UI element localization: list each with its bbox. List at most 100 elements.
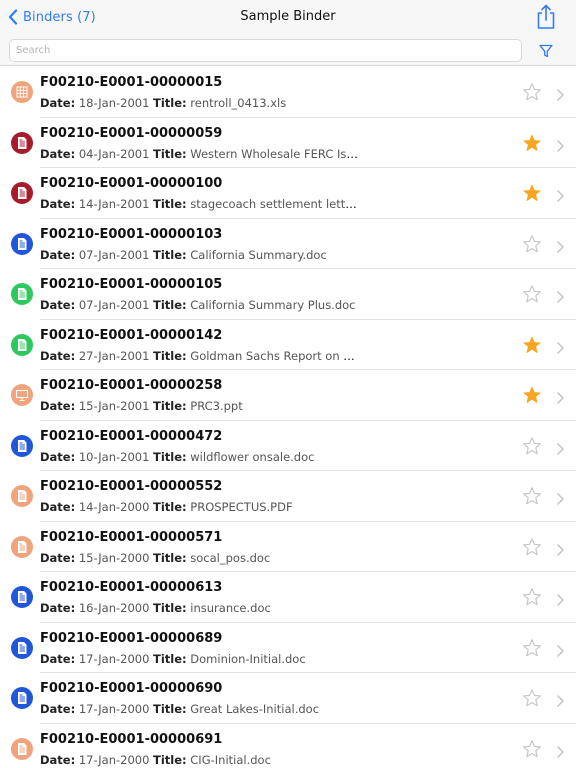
- date-label: Date:: [40, 752, 76, 767]
- favorite-star[interactable]: [522, 133, 542, 153]
- favorite-star[interactable]: [522, 82, 542, 102]
- document-title: Title: PROSPECTUS.PDF: [153, 500, 358, 514]
- share-icon: [537, 4, 555, 29]
- star-outline-icon: [523, 436, 541, 454]
- title-value: Dominion-Initial.doc: [190, 651, 306, 666]
- list-item[interactable]: F00210-E0001-00000691 Date: 17-Jan-2000 …: [0, 723, 576, 768]
- favorite-star[interactable]: [522, 284, 542, 304]
- title-value: California Summary Plus.doc: [190, 298, 356, 312]
- date-value: 17-Jan-2000: [78, 702, 150, 716]
- document-date: Date: 14-Jan-2000: [40, 500, 149, 514]
- date-label: Date:: [40, 146, 76, 161]
- document-id: F00210-E0001-00000015: [40, 75, 223, 90]
- document-id: F00210-E0001-00000472: [40, 428, 223, 444]
- date-label: Date:: [40, 651, 76, 666]
- document-date: Date: 16-Jan-2000: [40, 601, 149, 615]
- search-input[interactable]: [9, 39, 522, 62]
- list-item[interactable]: F00210-E0001-00000142 Date: 27-Jan-2001 …: [0, 319, 576, 370]
- chevron-right-icon: [557, 591, 564, 606]
- date-label: Date:: [40, 601, 76, 615]
- star-filled-icon: [523, 386, 541, 404]
- favorite-star[interactable]: [522, 688, 542, 708]
- chevron-right-icon: [557, 339, 564, 354]
- document-title: Title: CIG-Initial.doc: [153, 753, 358, 767]
- date-label: Date:: [40, 399, 76, 413]
- chevron-right-icon: [557, 187, 564, 202]
- document-id: F00210-E0001-00000103: [40, 226, 223, 242]
- title-value: stagecoach settlement letter to ku...: [190, 197, 358, 211]
- list-item[interactable]: F00210-E0001-00000613 Date: 16-Jan-2000 …: [0, 572, 576, 623]
- favorite-star[interactable]: [522, 537, 542, 557]
- blue-doc-file-icon: [11, 434, 33, 457]
- list-item[interactable]: F00210-E0001-00000690 Date: 17-Jan-2000 …: [0, 673, 576, 724]
- back-button[interactable]: Binders (7): [8, 7, 96, 27]
- star-outline-icon: [523, 588, 541, 606]
- star-filled-icon: [523, 335, 541, 353]
- title-label: Title:: [153, 651, 187, 666]
- share-button[interactable]: [535, 4, 557, 30]
- chevron-right-icon: [557, 743, 564, 758]
- favorite-star[interactable]: [522, 234, 542, 254]
- list-item[interactable]: F00210-E0001-00000100 Date: 14-Jan-2001 …: [0, 168, 576, 219]
- title-label: Title:: [153, 247, 187, 262]
- list-item[interactable]: F00210-E0001-00000552 Date: 14-Jan-2000 …: [0, 471, 576, 522]
- date-label: Date:: [40, 449, 76, 464]
- blue-doc-file-icon: [11, 232, 33, 255]
- list-item[interactable]: F00210-E0001-00000105 Date: 07-Jan-2001 …: [0, 269, 576, 320]
- chevron-right-icon: [557, 86, 564, 101]
- list-item[interactable]: F00210-E0001-00000015 Date: 18-Jan-2001 …: [0, 67, 576, 118]
- document-id: F00210-E0001-00000689: [40, 630, 223, 646]
- favorite-star[interactable]: [522, 638, 542, 658]
- list-item[interactable]: F00210-E0001-00000103 Date: 07-Jan-2001 …: [0, 218, 576, 269]
- list-item[interactable]: F00210-E0001-00000689 Date: 17-Jan-2000 …: [0, 622, 576, 673]
- date-value: 27-Jan-2001: [78, 348, 150, 363]
- date-label: Date:: [40, 247, 76, 262]
- date-value: 10-Jan-2001: [78, 449, 150, 464]
- date-value: 07-Jan-2001: [78, 247, 150, 262]
- list-item[interactable]: F00210-E0001-00000258 Date: 15-Jan-2001 …: [0, 370, 576, 421]
- green-doc-file-icon: [11, 283, 33, 305]
- blue-doc-file-icon: [11, 586, 33, 608]
- chevron-right-icon: [557, 238, 564, 253]
- date-value: 16-Jan-2000: [78, 601, 150, 615]
- chevron-right-icon: [557, 440, 564, 455]
- presentation-file-icon: [11, 384, 33, 406]
- document-date: Date: 27-Jan-2001: [40, 349, 149, 363]
- favorite-star[interactable]: [522, 739, 542, 759]
- document-title: Title: stagecoach settlement letter to k…: [153, 197, 358, 211]
- filter-button[interactable]: [539, 43, 553, 58]
- star-outline-icon: [523, 689, 541, 707]
- document-id: F00210-E0001-00000552: [40, 479, 223, 494]
- title-value: insurance.doc: [190, 601, 271, 615]
- favorite-star[interactable]: [522, 587, 542, 607]
- document-id: F00210-E0001-00000690: [40, 681, 223, 696]
- document-id: F00210-E0001-00000142: [40, 327, 223, 343]
- list-item[interactable]: F00210-E0001-00000059 Date: 04-Jan-2001 …: [0, 117, 576, 168]
- blue-doc-file-icon: [11, 687, 33, 709]
- date-label: Date:: [40, 550, 76, 565]
- favorite-star[interactable]: [522, 183, 542, 203]
- favorite-star[interactable]: [522, 486, 542, 506]
- list-item[interactable]: F00210-E0001-00000472 Date: 10-Jan-2001 …: [0, 420, 576, 471]
- document-title: Title: insurance.doc: [153, 601, 358, 615]
- title-value: Goldman Sachs Report on Enron -...: [190, 348, 358, 363]
- title-label: Title:: [153, 449, 187, 464]
- favorite-star[interactable]: [522, 335, 542, 355]
- date-value: 07-Jan-2001: [78, 298, 150, 312]
- list-item[interactable]: F00210-E0001-00000571 Date: 15-Jan-2000 …: [0, 521, 576, 572]
- title-label: Title:: [153, 399, 187, 413]
- star-filled-icon: [523, 133, 541, 151]
- favorite-star[interactable]: [522, 385, 542, 405]
- document-date: Date: 10-Jan-2001: [40, 450, 149, 464]
- document-date: Date: 17-Jan-2000: [40, 702, 149, 716]
- document-id: F00210-E0001-00000571: [40, 529, 223, 545]
- blue-doc-file-icon: [11, 636, 33, 659]
- title-value: rentroll_0413.xls: [190, 96, 287, 110]
- title-value: wildflower onsale.doc: [190, 449, 315, 464]
- orange-doc-file-icon: [11, 737, 33, 760]
- title-label: Title:: [153, 752, 187, 767]
- favorite-star[interactable]: [522, 436, 542, 456]
- spreadsheet-file-icon: [11, 81, 33, 103]
- chevron-right-icon: [557, 490, 564, 505]
- document-id: F00210-E0001-00000613: [40, 580, 223, 595]
